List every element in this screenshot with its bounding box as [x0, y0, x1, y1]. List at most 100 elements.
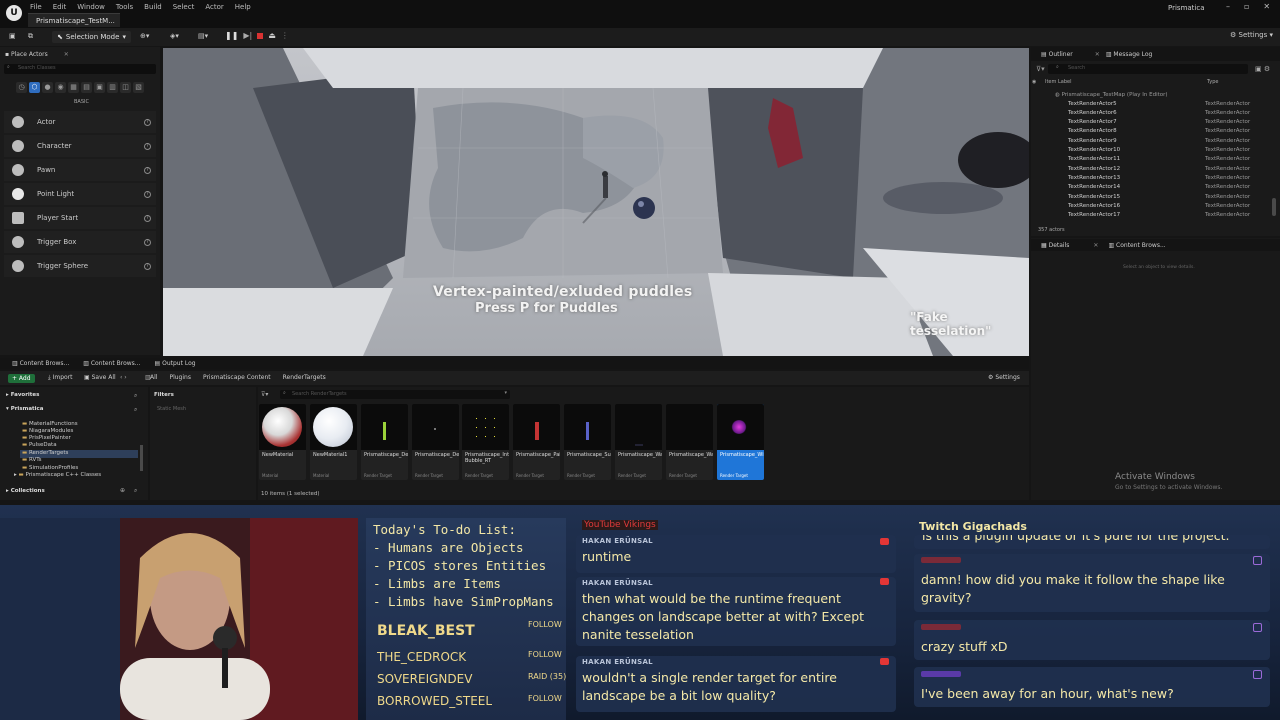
- outliner-search-input[interactable]: ⌕ Search: [1048, 64, 1248, 74]
- breadcrumb-rendertargets[interactable]: RenderTargets: [283, 374, 326, 381]
- tab-content-browser-1[interactable]: ▥ Content Brows...: [12, 360, 69, 367]
- asset-tile[interactable]: NewMaterial Material: [259, 404, 306, 480]
- selection-mode-dropdown[interactable]: ⬉ Selection Mode ▾: [52, 31, 131, 43]
- asset-tile[interactable]: Prismatiscape_Surface_RT Render Target: [564, 404, 611, 480]
- menu-file[interactable]: File: [30, 3, 42, 12]
- outliner-row[interactable]: TextRenderActor16 TextRenderActor: [1033, 203, 1271, 212]
- history-arrows-icon[interactable]: ‹ ›: [120, 374, 127, 381]
- asset-tile[interactable]: Prismatiscape_DeformInput_RT Render Targ…: [412, 404, 459, 480]
- tab-content-browser-2[interactable]: ▥ Content Brows...: [1108, 242, 1165, 249]
- save-icon[interactable]: ▣: [9, 32, 16, 40]
- search-icon[interactable]: ⌕: [134, 392, 137, 400]
- pause-icon[interactable]: ❚❚: [225, 31, 238, 40]
- help-icon[interactable]: ?: [144, 118, 151, 126]
- outliner-row[interactable]: TextRenderActor5 TextRenderActor: [1033, 101, 1271, 110]
- help-icon[interactable]: ?: [144, 142, 151, 150]
- stop-icon[interactable]: [257, 32, 264, 39]
- tree-collections[interactable]: ▸ Collections: [6, 488, 45, 494]
- tree-favorites[interactable]: ▸ Favorites: [6, 392, 39, 398]
- recent-icon[interactable]: ◷: [16, 82, 27, 93]
- tree-item-rvts[interactable]: ▬ RVTs: [22, 457, 42, 463]
- breadcrumb-all[interactable]: All: [150, 374, 157, 381]
- cinematics-icon[interactable]: ▤▾: [198, 32, 208, 40]
- outliner-options-icon[interactable]: ▣ ⚙: [1255, 65, 1270, 73]
- tab-output-log[interactable]: ▤ Output Log: [155, 360, 196, 367]
- close-tab-icon[interactable]: ✕: [1093, 242, 1098, 249]
- help-icon[interactable]: ?: [144, 238, 151, 246]
- outliner-row[interactable]: TextRenderActor6 TextRenderActor: [1033, 110, 1271, 119]
- search-icon[interactable]: ⌕: [134, 487, 137, 495]
- minimize-icon[interactable]: –: [1226, 2, 1230, 11]
- class-search-input[interactable]: ⌕ Search Classes: [4, 64, 156, 74]
- add-collection-icon[interactable]: ⊕: [120, 487, 125, 494]
- menu-actor[interactable]: Actor: [205, 3, 223, 12]
- tree-item-niagara-modules[interactable]: ▬ NiagaraModules: [22, 428, 73, 434]
- asset-tile[interactable]: Prismatiscape_Paint_RT Render Target: [513, 404, 560, 480]
- tab-details[interactable]: ▦ Details: [1041, 242, 1069, 249]
- volumes-icon[interactable]: ▣: [94, 82, 105, 93]
- tree-root[interactable]: ▾ Prismatica: [6, 406, 44, 412]
- more-categories-icon[interactable]: ▧: [133, 82, 144, 93]
- outliner-col-type[interactable]: Type: [1207, 79, 1218, 89]
- actor-item-trigger-box[interactable]: Trigger Box ?: [4, 231, 156, 253]
- help-icon[interactable]: ?: [144, 214, 151, 222]
- menu-build[interactable]: Build: [144, 3, 162, 12]
- asset-search-input[interactable]: ⌕ Search RenderTargets ▾: [280, 390, 510, 399]
- tree-item-material-functions[interactable]: ▬ MaterialFunctions: [22, 421, 78, 427]
- outliner-root-row[interactable]: ◍ Prismatiscape_TestMap (Play In Editor): [1055, 92, 1168, 98]
- outliner-row[interactable]: TextRenderActor7 TextRenderActor: [1033, 119, 1271, 128]
- actor-item-point-light[interactable]: Point Light ?: [4, 183, 156, 205]
- menu-select[interactable]: Select: [173, 3, 195, 12]
- close-tab-icon[interactable]: ✕: [1095, 51, 1100, 58]
- tab-content-browser-3[interactable]: ▥ Content Brows...: [83, 360, 140, 367]
- tab-outliner[interactable]: ▤ Outliner: [1041, 51, 1073, 58]
- close-icon[interactable]: ✕: [1263, 2, 1270, 11]
- content-settings-button[interactable]: ⚙ Settings: [988, 374, 1020, 381]
- actor-item-actor[interactable]: Actor ?: [4, 111, 156, 133]
- add-button[interactable]: + Add: [8, 374, 35, 383]
- help-icon[interactable]: ?: [144, 262, 151, 270]
- basic-category-icon[interactable]: ⬡: [29, 82, 40, 93]
- asset-tile[interactable]: Prismatiscape_Deform_RT Render Target: [361, 404, 408, 480]
- outliner-row[interactable]: TextRenderActor8 TextRenderActor: [1033, 128, 1271, 137]
- menu-help[interactable]: Help: [235, 3, 251, 12]
- cinematic-icon[interactable]: ▦: [68, 82, 79, 93]
- breadcrumb-plugins[interactable]: Plugins: [169, 374, 191, 381]
- skip-frame-icon[interactable]: ▶|: [243, 31, 252, 40]
- settings-button[interactable]: ⚙ Settings ▾: [1230, 31, 1273, 39]
- geometry-icon[interactable]: ◫: [120, 82, 131, 93]
- tree-item-cpp-classes[interactable]: ▸ ▬ Prismatiscape C++ Classes: [14, 472, 101, 478]
- actor-item-player-start[interactable]: Player Start ?: [4, 207, 156, 229]
- tree-scrollbar[interactable]: [140, 445, 143, 471]
- asset-tile-selected[interactable]: Prismatiscape_Wind_RT Render Target: [717, 404, 764, 480]
- asset-tile[interactable]: Prismatiscape_Water_RT Render Target: [615, 404, 662, 480]
- outliner-row[interactable]: TextRenderActor15 TextRenderActor: [1033, 194, 1271, 203]
- outliner-col-label[interactable]: Item Label: [1035, 79, 1207, 89]
- outliner-row[interactable]: TextRenderActor17 TextRenderActor: [1033, 212, 1271, 221]
- blueprint-icon[interactable]: ◈▾: [170, 32, 179, 40]
- asset-tile[interactable]: NewMaterial1 Material: [310, 404, 357, 480]
- tab-place-actors[interactable]: ▪ Place Actors ✕: [5, 51, 69, 58]
- menu-tools[interactable]: Tools: [116, 3, 133, 12]
- tree-item-render-targets[interactable]: ▬ RenderTargets: [22, 450, 68, 456]
- filter-icon[interactable]: ⊽▾: [261, 391, 268, 398]
- save-all-button[interactable]: ▣ Save All: [84, 374, 116, 381]
- outliner-row[interactable]: TextRenderActor10 TextRenderActor: [1033, 147, 1271, 156]
- help-icon[interactable]: ?: [144, 190, 151, 198]
- outliner-scrollbar[interactable]: [1272, 198, 1276, 216]
- all-classes-icon[interactable]: ▥: [107, 82, 118, 93]
- filter-icon[interactable]: ⊽▾: [1036, 65, 1045, 73]
- asset-tile[interactable]: Prismatiscape_WaterVelocity_RT Render Ta…: [666, 404, 713, 480]
- tree-item-pris-pixel-painter[interactable]: ▬ PrisPixelPainter: [22, 435, 71, 441]
- close-tab-icon[interactable]: ✕: [64, 51, 69, 58]
- outliner-row[interactable]: TextRenderActor9 TextRenderActor: [1033, 138, 1271, 147]
- outliner-row[interactable]: TextRenderActor14 TextRenderActor: [1033, 184, 1271, 193]
- menu-window[interactable]: Window: [77, 3, 105, 12]
- tree-item-simulation-profiles[interactable]: ▬ SimulationProfiles: [22, 465, 78, 471]
- breadcrumb-prismatiscape-content[interactable]: Prismatiscape Content: [203, 374, 271, 381]
- more-options-icon[interactable]: ⋮: [281, 31, 289, 40]
- menu-edit[interactable]: Edit: [53, 3, 67, 12]
- outliner-row[interactable]: TextRenderActor12 TextRenderActor: [1033, 166, 1271, 175]
- maximize-icon[interactable]: ▫: [1244, 2, 1249, 11]
- filter-static-mesh[interactable]: Static Mesh: [157, 406, 186, 412]
